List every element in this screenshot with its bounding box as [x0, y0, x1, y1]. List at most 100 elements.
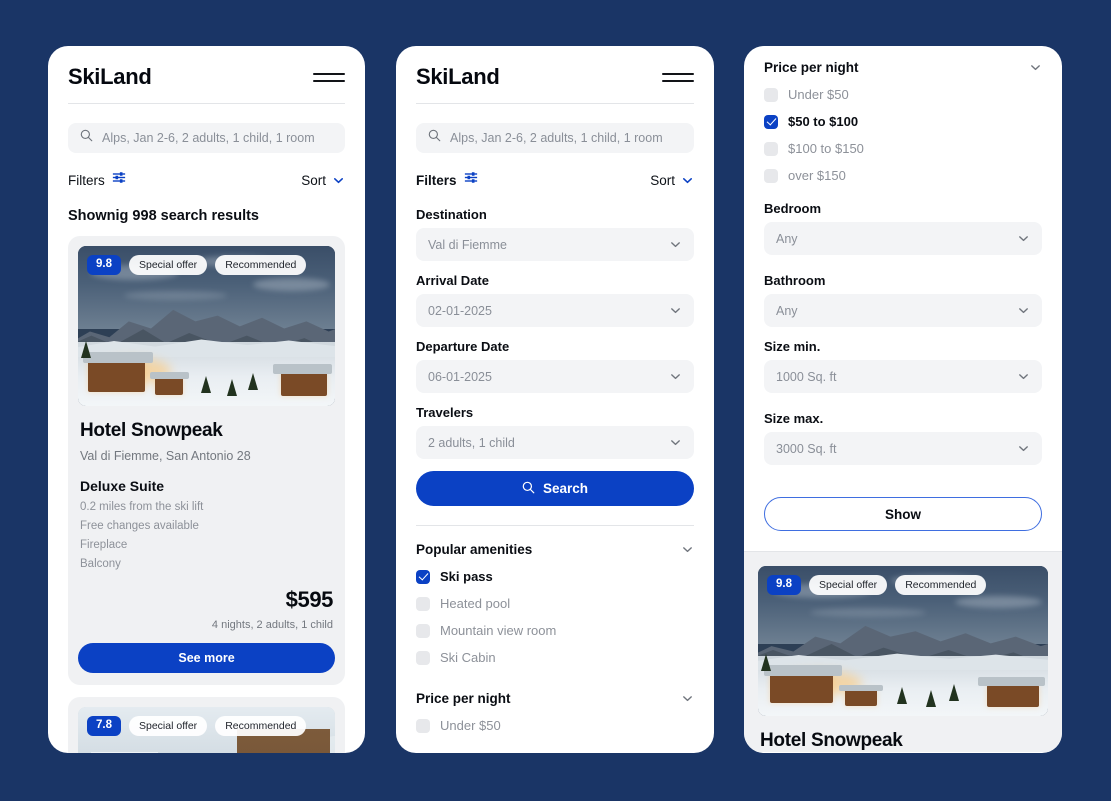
- search-input[interactable]: Alps, Jan 2-6, 2 adults, 1 child, 1 room: [416, 123, 694, 153]
- rating-badge: 7.8: [87, 716, 121, 736]
- field-arrival-date: Arrival Date 02-01-2025: [416, 273, 694, 327]
- hotel-card[interactable]: 7.8 Special offer Recommended: [68, 697, 345, 753]
- search-input[interactable]: Alps, Jan 2-6, 2 adults, 1 child, 1 room: [68, 123, 345, 153]
- filters-button[interactable]: Filters: [416, 171, 478, 189]
- badge-group: 7.8 Special offer Recommended: [87, 716, 307, 736]
- amenities-section-header[interactable]: Popular amenities: [416, 542, 694, 557]
- field-size-min: Size min. 1000 Sq. ft: [764, 339, 1042, 393]
- checkbox-icon: [416, 596, 430, 611]
- tune-icon: [112, 171, 126, 189]
- filters-button[interactable]: Filters: [68, 171, 126, 189]
- hotel-photo: 9.8 Special offer Recommended: [78, 246, 335, 406]
- see-more-button[interactable]: See more: [78, 643, 335, 673]
- search-icon: [80, 129, 93, 147]
- hotel-feature: Free changes available: [80, 520, 199, 532]
- hotel-card[interactable]: 9.8 Special offer Recommended Hotel Snow…: [744, 552, 1062, 752]
- search-placeholder-text: Alps, Jan 2-6, 2 adults, 1 child, 1 room: [102, 131, 315, 145]
- departure-date-select[interactable]: 06-01-2025: [416, 360, 694, 393]
- destination-select[interactable]: Val di Fiemme: [416, 228, 694, 261]
- special-offer-badge: Special offer: [129, 255, 208, 275]
- hotel-name: Hotel Snowpeak: [760, 730, 903, 751]
- bathroom-select[interactable]: Any: [764, 294, 1042, 327]
- app-stage: SkiLand Alps, Jan 2-6, 2 adults, 1 child…: [0, 0, 1111, 801]
- results-heading: Shownig 998 search results: [68, 208, 259, 224]
- filters-panel: Price per night Under $50 $50 to $100 $1…: [744, 46, 1062, 753]
- amenity-option-ski-cabin[interactable]: Ski Cabin: [416, 650, 694, 665]
- search-button[interactable]: Search: [416, 471, 694, 506]
- menu-icon[interactable]: [313, 68, 345, 86]
- amenity-option-ski-pass[interactable]: Ski pass: [416, 569, 694, 584]
- hotel-photo: 7.8 Special offer Recommended: [78, 707, 335, 753]
- hotel-card[interactable]: 9.8 Special offer Recommended Hotel Snow…: [68, 236, 345, 685]
- amenity-option-mountain-view-room[interactable]: Mountain view room: [416, 623, 694, 638]
- size-min-select[interactable]: 1000 Sq. ft: [764, 360, 1042, 393]
- field-size-max: Size max. 3000 Sq. ft: [764, 411, 1042, 465]
- price-option-under-50[interactable]: Under $50: [764, 87, 1042, 102]
- price-title: Price per night: [416, 691, 511, 706]
- menu-icon[interactable]: [662, 68, 694, 86]
- amenity-label: Mountain view room: [440, 623, 557, 638]
- recommended-badge: Recommended: [215, 716, 307, 736]
- field-label: Bedroom: [764, 201, 822, 216]
- amenity-option-heated-pool[interactable]: Heated pool: [416, 596, 694, 611]
- room-type: Deluxe Suite: [80, 478, 165, 494]
- sort-button[interactable]: Sort: [301, 173, 345, 188]
- chevron-down-icon: [1029, 61, 1042, 74]
- chevron-down-icon: [1017, 304, 1030, 317]
- arrival-date-select[interactable]: 02-01-2025: [416, 294, 694, 327]
- price-section-header[interactable]: Price per night: [416, 691, 694, 706]
- select-value: 02-01-2025: [428, 303, 492, 318]
- amenities-title: Popular amenities: [416, 542, 533, 557]
- field-bathroom: Bathroom Any: [764, 273, 1042, 327]
- price-option-under-50[interactable]: Under $50: [416, 718, 694, 733]
- price-option-label: Under $50: [788, 87, 849, 102]
- amenity-label: Ski Cabin: [440, 650, 496, 665]
- field-travelers: Travelers 2 adults, 1 child: [416, 405, 694, 459]
- hotel-feature: 0.2 miles from the ski lift: [80, 501, 204, 513]
- field-label: Departure Date: [416, 339, 510, 354]
- select-value: Any: [776, 231, 798, 246]
- header-divider: [416, 103, 694, 104]
- price-section-header[interactable]: Price per night: [764, 60, 1042, 75]
- badge-group: 9.8 Special offer Recommended: [87, 255, 307, 275]
- checkbox-icon: [764, 168, 778, 183]
- filters-content: Price per night Under $50 $50 to $100 $1…: [744, 46, 1062, 531]
- checkbox-icon: [416, 650, 430, 665]
- app-brand: SkiLand: [416, 64, 500, 89]
- chevron-down-icon: [681, 692, 694, 705]
- header-divider: [68, 103, 345, 104]
- price-option-50-to-100[interactable]: $50 to $100: [764, 114, 1042, 129]
- chevron-down-icon: [669, 436, 682, 449]
- select-value: 06-01-2025: [428, 369, 492, 384]
- price-option-label: over $150: [788, 168, 846, 183]
- sort-button[interactable]: Sort: [650, 173, 694, 188]
- field-label: Travelers: [416, 405, 474, 420]
- special-offer-badge: Special offer: [129, 716, 208, 736]
- filter-bar: Filters Sort: [68, 171, 345, 189]
- field-label: Size max.: [764, 411, 824, 426]
- amenity-label: Heated pool: [440, 596, 511, 611]
- field-label: Arrival Date: [416, 273, 489, 288]
- bedroom-select[interactable]: Any: [764, 222, 1042, 255]
- show-button[interactable]: Show: [764, 497, 1042, 531]
- size-max-select[interactable]: 3000 Sq. ft: [764, 432, 1042, 465]
- select-value: 3000 Sq. ft: [776, 441, 837, 456]
- search-icon: [522, 481, 535, 497]
- price-option-over-150[interactable]: over $150: [764, 168, 1042, 183]
- select-value: Val di Fiemme: [428, 237, 507, 252]
- filters-label: Filters: [416, 172, 457, 188]
- field-departure-date: Departure Date 06-01-2025: [416, 339, 694, 393]
- results-panel: SkiLand Alps, Jan 2-6, 2 adults, 1 child…: [48, 46, 365, 753]
- sort-label: Sort: [650, 172, 675, 188]
- price-option-100-to-150[interactable]: $100 to $150: [764, 141, 1042, 156]
- app-header: SkiLand: [48, 46, 365, 90]
- travelers-select[interactable]: 2 adults, 1 child: [416, 426, 694, 459]
- recommended-badge: Recommended: [215, 255, 307, 275]
- price-title: Price per night: [764, 60, 859, 75]
- filters-label: Filters: [68, 172, 105, 188]
- search-form: Destination Val di Fiemme Arrival Date 0…: [396, 207, 714, 733]
- badge-group: 9.8 Special offer Recommended: [767, 575, 987, 595]
- checkbox-icon: [416, 623, 430, 638]
- chevron-down-icon: [669, 238, 682, 251]
- search-form-panel: SkiLand Alps, Jan 2-6, 2 adults, 1 child…: [396, 46, 714, 753]
